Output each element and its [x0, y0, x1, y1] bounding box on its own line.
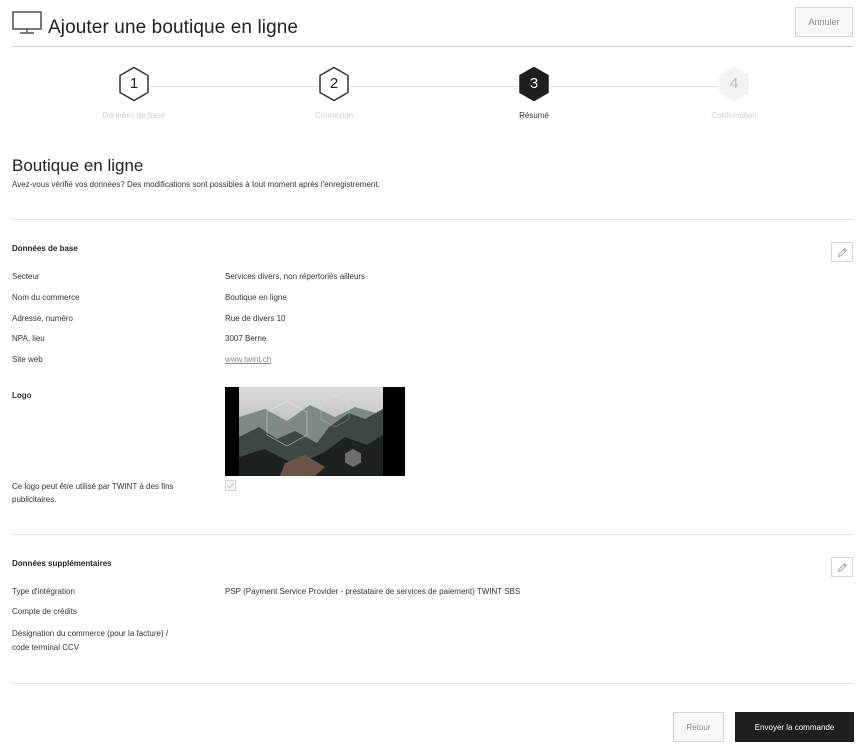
step-number: 4	[729, 75, 739, 92]
step-label: Connexion	[314, 111, 354, 120]
edit-extra-data-button[interactable]	[831, 557, 853, 577]
cancel-button[interactable]: Annuler	[795, 7, 853, 37]
mountain-landscape-image	[225, 387, 405, 476]
field-label-shop-name: Nom du commerce	[12, 293, 80, 302]
page-header: Ajouter une boutique en ligne Annuler	[0, 0, 868, 48]
step-label: Données de base	[102, 111, 166, 120]
page-title: Ajouter une boutique en ligne	[48, 17, 299, 38]
section-divider	[12, 534, 854, 535]
field-label-postcode-city: NPA, lieu	[12, 334, 45, 343]
step-label: Confirmation	[711, 111, 757, 120]
monitor-icon	[12, 11, 42, 34]
field-label-credit-account: Compte de crédits	[12, 607, 77, 616]
field-value-sector: Services divers, non répertoriés ailleur…	[225, 272, 366, 281]
progress-stepper: 1 Données de base 2 Connexion 3 Résumé 4…	[0, 66, 868, 126]
field-label-website: Site web	[12, 355, 43, 364]
step-number: 1	[129, 75, 139, 92]
step-3: 3 Résumé	[454, 66, 614, 120]
field-value-postcode-city: 3007 Berne	[225, 334, 267, 343]
step-label: Résumé	[519, 111, 549, 120]
submit-order-button[interactable]: Envoyer la commande	[735, 712, 854, 742]
field-label-integration-type: Type d'intégration	[12, 587, 75, 596]
pencil-icon	[837, 248, 847, 258]
field-label-designation-line-1: Désignation du commerce (pour la facture…	[12, 629, 169, 638]
section-divider	[12, 219, 854, 220]
extra-data-title: Données supplémentaires	[12, 559, 112, 568]
field-value-address: Rue de divers 10	[225, 314, 286, 323]
checkmark-icon	[227, 483, 234, 489]
field-label-sector: Secteur	[12, 272, 40, 281]
field-label-designation-line-2: code terminal CCV	[12, 643, 80, 652]
basic-data-title: Données de base	[12, 244, 78, 253]
edit-basic-data-button[interactable]	[831, 242, 853, 262]
field-value-shop-name: Boutique en ligne	[225, 293, 287, 302]
step-4: 4 Confirmation	[654, 66, 814, 120]
logo-label: Logo	[12, 391, 32, 400]
logo-consent-label-line-1: Ce logo peut être utilisé par TWINT à de…	[12, 482, 174, 491]
step-2: 2 Connexion	[254, 66, 414, 120]
back-button[interactable]: Retour	[673, 712, 724, 742]
section-divider	[12, 683, 854, 684]
step-number: 3	[529, 75, 539, 92]
field-label-address: Adresse, numéro	[12, 314, 73, 323]
logo-consent-label-line-2: publicitaires.	[12, 495, 57, 504]
step-1: 1 Données de base	[54, 66, 214, 120]
website-link[interactable]: www.twint.ch	[225, 354, 271, 366]
header-divider	[12, 46, 854, 47]
logo-consent-checkbox[interactable]	[225, 480, 236, 491]
step-number: 2	[329, 75, 339, 92]
field-value-integration-type: PSP (Payment Service Provider - prestata…	[225, 587, 521, 596]
summary-title: Boutique en ligne	[12, 156, 144, 175]
summary-description: Avez-vous vérifié vos données? Des modif…	[12, 180, 380, 189]
pencil-icon	[837, 563, 847, 573]
logo-image	[225, 387, 405, 476]
